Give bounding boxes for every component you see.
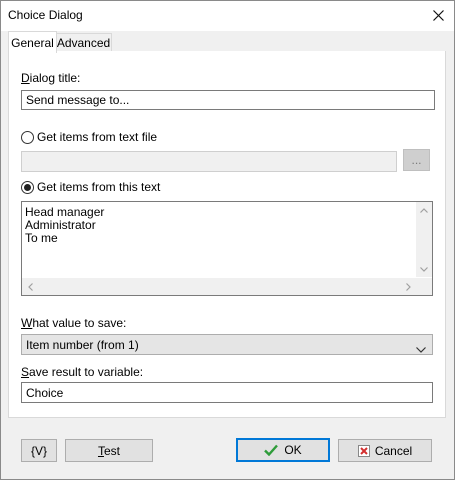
variables-button[interactable]: {V} [21, 439, 57, 462]
test-label: Test [97, 443, 120, 458]
from-text-label: Get items from this text [37, 180, 161, 194]
horizontal-scrollbar[interactable] [22, 278, 416, 295]
items-list: Head manager Administrator To me [25, 206, 104, 245]
variable-input[interactable]: Choice [21, 382, 433, 403]
test-button[interactable]: Test [65, 439, 153, 462]
from-file-label: Get items from text file [37, 130, 158, 144]
scroll-right-icon[interactable] [400, 278, 416, 295]
window-title: Choice Dialog [8, 8, 83, 22]
tab-advanced[interactable]: Advanced [55, 33, 112, 52]
scroll-up-icon[interactable] [416, 202, 432, 218]
scrollbar-corner [416, 278, 432, 295]
cancel-label: Cancel [374, 443, 413, 458]
variable-value: Choice [26, 385, 64, 400]
dialog-title-value: Send message to... [26, 93, 130, 107]
vertical-scrollbar[interactable] [416, 202, 432, 277]
dialog-title-label: Dialog title: [21, 71, 81, 85]
from-text-radio[interactable] [21, 181, 34, 194]
tab-advanced-label: Advanced [56, 36, 111, 50]
scroll-down-icon[interactable] [416, 261, 432, 277]
scroll-left-icon[interactable] [22, 278, 38, 295]
file-path-input[interactable] [21, 151, 397, 172]
list-item: To me [25, 231, 58, 245]
tab-general[interactable]: General [8, 31, 57, 53]
ok-label: OK [284, 443, 302, 457]
close-icon [432, 9, 444, 21]
browse-button[interactable]: ... [403, 149, 430, 171]
save-value-selected: Item number (from 1) [26, 337, 139, 352]
cancel-x-icon [357, 444, 370, 457]
tab-general-label: General [11, 35, 54, 50]
dialog-title-input[interactable]: Send message to... [21, 90, 435, 110]
variables-label: {V} [30, 443, 48, 458]
cancel-button[interactable]: Cancel [338, 439, 432, 462]
save-value-select[interactable]: Item number (from 1) [21, 334, 433, 355]
chevron-down-icon [416, 342, 426, 356]
ok-button[interactable]: OK [236, 438, 330, 462]
items-textarea[interactable]: Head manager Administrator To me [21, 201, 433, 296]
from-file-radio[interactable] [21, 131, 34, 144]
variable-label: Save result to variable: [21, 365, 144, 379]
checkmark-icon [264, 444, 279, 456]
save-value-label: What value to save: [21, 316, 127, 330]
browse-label: ... [411, 153, 422, 167]
close-button[interactable] [426, 2, 450, 28]
